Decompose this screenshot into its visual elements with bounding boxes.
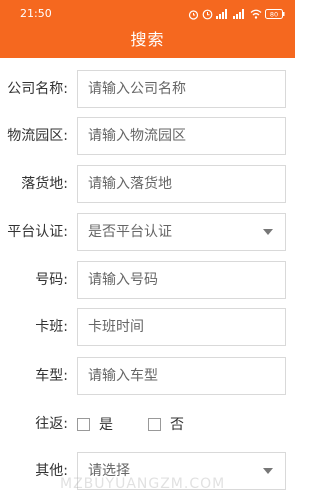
platform-cert-select[interactable]: 是否平台认证 [77, 213, 286, 251]
app-header: 21:50 80 搜索 [0, 0, 295, 58]
chevron-down-icon [263, 468, 273, 474]
round-trip-no-checkbox[interactable] [148, 417, 161, 431]
number-label: 号码: [35, 272, 68, 288]
round-trip-options: 是 否 [77, 405, 219, 443]
watermark: MZBUYUANGZM.COM [60, 476, 226, 492]
signal-icon [216, 9, 227, 19]
logistics-park-input[interactable] [78, 118, 285, 154]
battery-level: 80 [270, 11, 278, 19]
number-row: 号码: [0, 261, 295, 299]
round-trip-yes-label: 是 [99, 417, 113, 433]
logistics-park-row: 物流园区: [0, 117, 295, 155]
platform-cert-row: 平台认证: 是否平台认证 [0, 213, 295, 251]
battery-icon: 80 [265, 9, 285, 19]
wifi-icon [250, 9, 262, 19]
platform-cert-label: 平台认证: [7, 224, 68, 240]
round-trip-no-label: 否 [170, 417, 184, 433]
chevron-down-icon [263, 229, 273, 235]
number-field[interactable] [77, 261, 286, 299]
round-trip-label: 往返: [35, 416, 68, 432]
vehicle-type-field[interactable] [77, 357, 286, 395]
vehicle-type-row: 车型: [0, 357, 295, 395]
company-field[interactable] [77, 70, 286, 108]
page-title: 搜索 [130, 30, 165, 49]
destination-field[interactable] [77, 165, 286, 203]
clock-icon [202, 9, 213, 19]
shift-label: 卡班: [35, 319, 68, 335]
destination-input[interactable] [78, 166, 285, 202]
status-icons: 80 [188, 8, 285, 20]
signal-icon [233, 9, 244, 19]
alarm-icon [188, 9, 199, 20]
logistics-park-label: 物流园区: [7, 128, 68, 144]
logistics-park-field[interactable] [77, 117, 286, 155]
number-input[interactable] [78, 262, 285, 298]
shift-field[interactable] [77, 308, 286, 346]
vehicle-type-input[interactable] [78, 358, 285, 394]
destination-label: 落货地: [21, 176, 68, 192]
vehicle-type-label: 车型: [35, 368, 68, 384]
platform-cert-value: 是否平台认证 [88, 224, 172, 240]
shift-row: 卡班: [0, 308, 295, 346]
destination-row: 落货地: [0, 165, 295, 203]
status-time: 21:50 [20, 7, 52, 20]
company-row: 公司名称: [0, 70, 295, 108]
company-input[interactable] [78, 71, 285, 107]
shift-input[interactable] [78, 309, 285, 345]
round-trip-row: 往返: 是 否 [0, 405, 295, 443]
round-trip-yes-option[interactable]: 是 [77, 414, 113, 434]
round-trip-yes-checkbox[interactable] [77, 417, 90, 431]
company-label: 公司名称: [7, 81, 68, 97]
round-trip-no-option[interactable]: 否 [148, 414, 184, 434]
